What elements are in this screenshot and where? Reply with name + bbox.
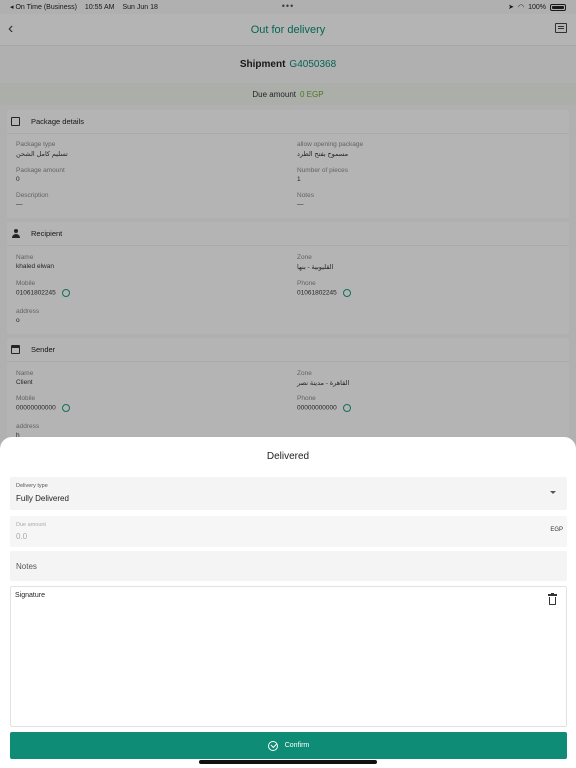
home-indicator[interactable] bbox=[199, 760, 377, 764]
confirm-label: Confirm bbox=[284, 742, 310, 749]
confirm-button[interactable]: Confirm bbox=[10, 732, 567, 759]
currency-label: EGP bbox=[550, 527, 563, 533]
notes-input[interactable]: Notes bbox=[10, 551, 567, 581]
due-amount-input-value: 0.0 bbox=[16, 532, 28, 541]
signature-label: Signature bbox=[15, 592, 45, 599]
due-amount-input[interactable]: Due amount 0.0 EGP bbox=[10, 516, 567, 547]
delivery-type-label: Delivery type bbox=[16, 483, 48, 489]
sheet-title: Delivered bbox=[266, 451, 310, 462]
signature-pad[interactable]: Signature bbox=[10, 586, 567, 727]
delivered-sheet: Delivered Delivery type Fully Delivered … bbox=[0, 437, 576, 768]
notes-placeholder: Notes bbox=[16, 562, 37, 571]
due-amount-input-label: Due amount bbox=[16, 522, 46, 528]
trash-icon[interactable] bbox=[548, 592, 557, 605]
check-circle-icon bbox=[267, 740, 278, 751]
delivery-type-value: Fully Delivered bbox=[16, 494, 69, 503]
dropdown-arrow-icon[interactable] bbox=[550, 491, 556, 494]
delivery-type-select[interactable]: Delivery type Fully Delivered bbox=[10, 477, 567, 510]
